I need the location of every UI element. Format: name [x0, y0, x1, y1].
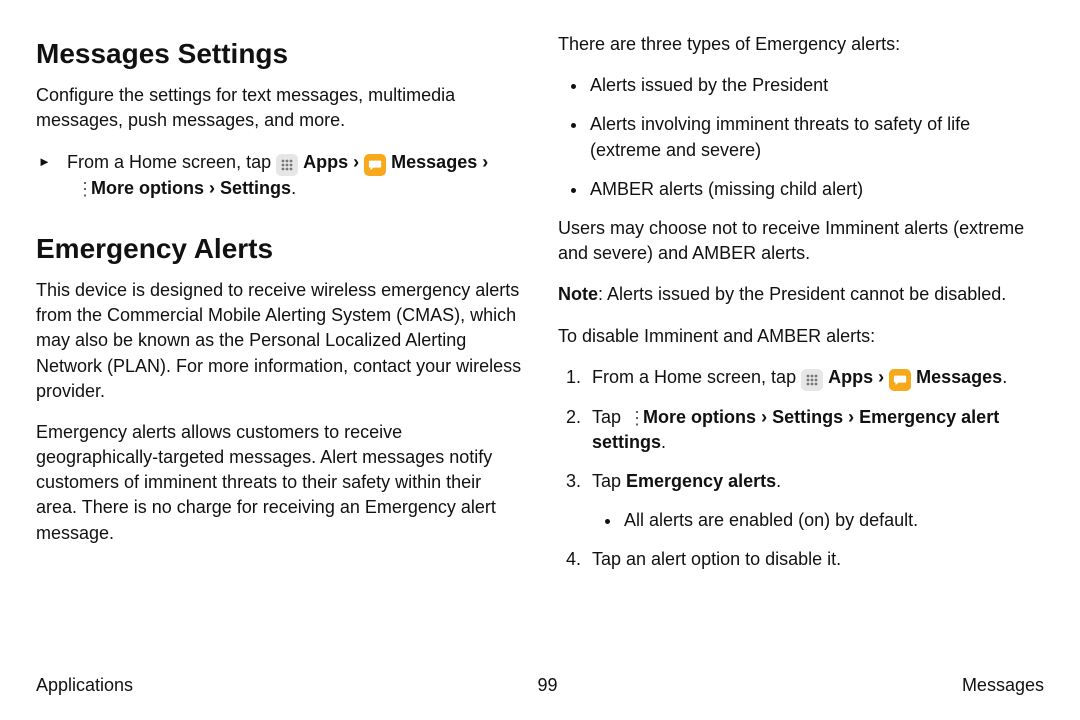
footer-right: Messages	[962, 673, 1044, 698]
apps-label: Apps ›	[303, 152, 364, 172]
list-item: Tap an alert option to disable it.	[586, 547, 1044, 572]
list-item: All alerts are enabled (on) by default.	[622, 508, 1044, 533]
list-item: AMBER alerts (missing child alert)	[588, 177, 1044, 202]
left-column: Messages Settings Configure the settings…	[36, 32, 522, 587]
page-footer: Applications 99 Messages	[36, 673, 1044, 698]
footer-page-number: 99	[537, 673, 557, 698]
heading-messages-settings: Messages Settings	[36, 34, 522, 73]
more-options-icon	[626, 407, 638, 427]
disable-steps-list: From a Home screen, tap Apps › Messages.…	[558, 365, 1044, 573]
heading-emergency-alerts: Emergency Alerts	[36, 229, 522, 268]
list-item: Tap Emergency alerts. All alerts are ena…	[586, 469, 1044, 533]
emergency-paragraph-1: This device is designed to receive wirel…	[36, 278, 522, 404]
opt-out-paragraph: Users may choose not to receive Imminent…	[558, 216, 1044, 266]
step-text: From a Home screen, tap	[67, 152, 276, 172]
footer-left: Applications	[36, 673, 133, 698]
navigation-steps: ► From a Home screen, tap Apps › Message…	[50, 150, 522, 201]
apps-icon	[801, 369, 823, 391]
note-paragraph: Note: Alerts issued by the President can…	[558, 282, 1044, 307]
more-options-label: More options › Settings	[91, 178, 291, 198]
list-item: Tap More options › Settings › Emergency …	[586, 405, 1044, 455]
alert-types-intro: There are three types of Emergency alert…	[558, 32, 1044, 57]
intro-paragraph: Configure the settings for text messages…	[36, 83, 522, 133]
list-item: Alerts issued by the President	[588, 73, 1044, 98]
disable-intro: To disable Imminent and AMBER alerts:	[558, 324, 1044, 349]
emergency-paragraph-2: Emergency alerts allows customers to rec…	[36, 420, 522, 546]
right-column: There are three types of Emergency alert…	[558, 32, 1044, 587]
more-options-icon	[74, 178, 86, 198]
list-item: From a Home screen, tap Apps › Messages.	[586, 365, 1044, 391]
messages-icon	[889, 369, 911, 391]
list-item: Alerts involving imminent threats to saf…	[588, 112, 1044, 162]
messages-icon	[364, 154, 386, 176]
messages-label: Messages ›	[391, 152, 488, 172]
apps-icon	[276, 154, 298, 176]
alert-types-list: Alerts issued by the President Alerts in…	[558, 73, 1044, 202]
